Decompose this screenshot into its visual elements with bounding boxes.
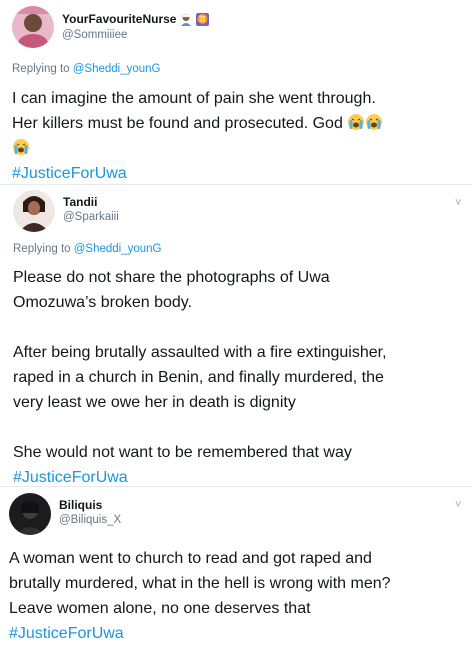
tweet-line: A woman went to church to read and got r… <box>9 550 372 567</box>
display-name[interactable]: YourFavouriteNurse <box>62 12 176 26</box>
avatar[interactable] <box>13 190 55 232</box>
crying-face-icon <box>12 138 30 156</box>
tweet-line: Please do not share the photographs of U… <box>13 269 330 286</box>
tweet-text: Please do not share the photographs of U… <box>13 265 387 490</box>
tweet-line-with-emoji: Her killers must be found and prosecuted… <box>12 111 383 136</box>
avatar[interactable] <box>9 493 51 535</box>
replying-to-line: Replying to @Sheddi_younG <box>12 63 161 75</box>
replying-to-line: Replying to @Sheddi_younG <box>13 243 162 255</box>
crying-face-icon <box>347 113 365 131</box>
handle[interactable]: @Biliquis_X <box>59 514 121 526</box>
tweet-line: Leave women alone, no one deserves that <box>9 600 311 617</box>
tweet-1[interactable]: YourFavouriteNurse ♊ @Sommiiiee Replying… <box>0 0 472 183</box>
tweet-line: I can imagine the amount of pain she wen… <box>12 90 376 107</box>
display-name[interactable]: Tandii <box>63 195 97 209</box>
mention-link[interactable]: @Sheddi_younG <box>73 63 161 75</box>
tweet-3[interactable]: Biliquis @Biliquis_X ˅ A woman went to c… <box>0 487 472 649</box>
tweet-line: Her killers must be found and prosecuted… <box>12 115 343 132</box>
tweet-line: raped in a church in Benin, and finally … <box>13 369 384 386</box>
tweet-line-emoji-only <box>12 136 383 161</box>
handle[interactable]: @Sommiiiee <box>62 29 127 41</box>
gemini-sign-icon: ♊ <box>196 12 210 26</box>
hashtag-link[interactable]: #JusticeForUwa <box>9 621 391 646</box>
chevron-down-icon[interactable]: ˅ <box>455 197 461 209</box>
replying-to-label: Replying to <box>12 63 73 75</box>
chevron-down-icon[interactable]: ˅ <box>455 499 461 511</box>
avatar[interactable] <box>12 6 54 48</box>
hashtag-link[interactable]: #JusticeForUwa <box>12 161 383 186</box>
display-name[interactable]: Biliquis <box>59 498 102 512</box>
tweet-line: Omozuwa’s broken body. <box>13 294 193 311</box>
crying-face-icon <box>365 113 383 131</box>
handle[interactable]: @Sparkaiii <box>63 211 119 223</box>
tweet-line: After being brutally assaulted with a fi… <box>13 344 387 361</box>
mention-link[interactable]: @Sheddi_younG <box>74 243 162 255</box>
tweet-text: A woman went to church to read and got r… <box>9 546 391 646</box>
replying-to-label: Replying to <box>13 243 74 255</box>
tweet-line: brutally murdered, what in the hell is w… <box>9 575 391 592</box>
tweet-2[interactable]: Tandii @Sparkaiii ˅ Replying to @Sheddi_… <box>0 185 472 486</box>
tweet-line: She would not want to be remembered that… <box>13 444 352 461</box>
tweet-line: very least we owe her in death is dignit… <box>13 394 296 411</box>
nurse-emoji-icon <box>179 12 193 26</box>
tweet-text: I can imagine the amount of pain she wen… <box>12 86 383 186</box>
